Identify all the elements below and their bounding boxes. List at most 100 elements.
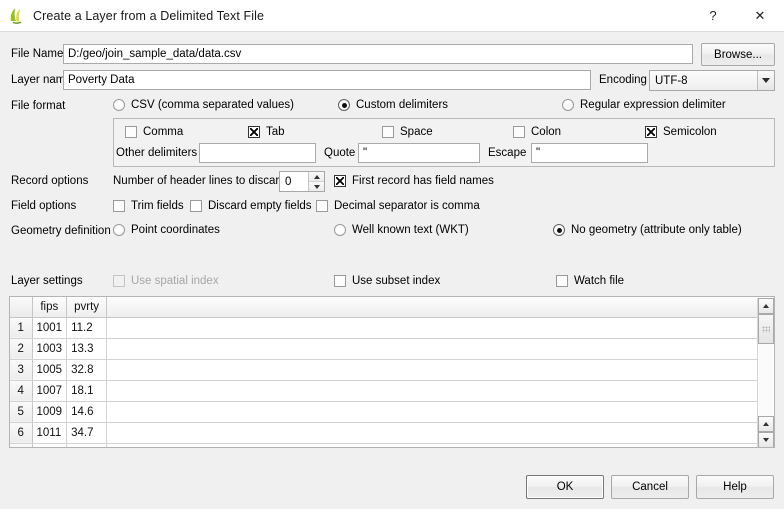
radio-indicator	[553, 224, 565, 236]
scroll-down-icon[interactable]	[758, 432, 774, 447]
cell-pvrty[interactable]: 32.8	[66, 359, 108, 381]
other-delimiters-input[interactable]	[199, 143, 316, 163]
checkbox-discard-empty-fields[interactable]: Discard empty fields	[190, 200, 312, 212]
stepper-buttons[interactable]	[308, 172, 324, 191]
checkbox-first-record-field-names[interactable]: First record has field names	[334, 175, 494, 187]
radio-indicator	[113, 224, 125, 236]
checkbox-colon[interactable]: Colon	[513, 126, 561, 138]
cell-pvrty[interactable]: 13.3	[66, 338, 108, 360]
table-row[interactable]: 2 1003 13.3	[10, 338, 763, 360]
cell-fips[interactable]	[32, 443, 68, 447]
radio-wkt[interactable]: Well known text (WKT)	[334, 224, 469, 236]
checkbox-indicator	[556, 275, 568, 287]
radio-no-geometry[interactable]: No geometry (attribute only table)	[553, 224, 742, 236]
quote-label: Quote	[324, 147, 356, 159]
row-number[interactable]: 3	[10, 359, 33, 381]
scrollbar-track[interactable]	[758, 344, 773, 416]
radio-custom-delimiters-label: Custom delimiters	[356, 99, 449, 111]
checkbox-decimal-separator-comma[interactable]: Decimal separator is comma	[316, 200, 480, 212]
radio-indicator	[562, 99, 574, 111]
close-icon[interactable]: ✕	[736, 0, 784, 32]
row-number[interactable]: 6	[10, 422, 33, 444]
radio-point-coordinates[interactable]: Point coordinates	[113, 224, 220, 236]
checkbox-discard-empty-fields-label: Discard empty fields	[208, 200, 312, 212]
table-row-partial[interactable]	[10, 443, 763, 447]
checkbox-use-subset-index-label: Use subset index	[352, 275, 441, 287]
row-number[interactable]: 4	[10, 380, 33, 402]
table-row[interactable]: 6 1011 34.7	[10, 422, 763, 444]
header-lines-stepper[interactable]: 0	[279, 171, 325, 192]
checkbox-indicator	[190, 200, 202, 212]
cell-pvrty[interactable]: 11.2	[66, 317, 108, 339]
checkbox-watch-file[interactable]: Watch file	[556, 275, 624, 287]
cell-fips[interactable]: 1011	[32, 422, 68, 444]
row-number[interactable]: 2	[10, 338, 33, 360]
checkbox-indicator	[248, 126, 260, 138]
quote-input[interactable]	[358, 143, 480, 163]
radio-custom-delimiters[interactable]: Custom delimiters	[338, 99, 448, 111]
cell-fips[interactable]: 1001	[32, 317, 68, 339]
cell-fips[interactable]: 1005	[32, 359, 68, 381]
encoding-value: UTF-8	[655, 74, 688, 87]
stepper-down-icon[interactable]	[309, 181, 324, 191]
window-title: Create a Layer from a Delimited Text Fil…	[33, 8, 265, 23]
cell-fips[interactable]: 1007	[32, 380, 68, 402]
table-vertical-scrollbar[interactable]	[757, 298, 774, 447]
checkbox-tab-label: Tab	[266, 126, 285, 138]
checkbox-comma[interactable]: Comma	[125, 126, 183, 138]
checkbox-semicolon-label: Semicolon	[663, 126, 717, 138]
table-column-header-fips[interactable]: fips	[32, 297, 68, 318]
escape-input[interactable]	[531, 143, 648, 163]
radio-indicator	[338, 99, 350, 111]
scrollbar-thumb[interactable]	[758, 314, 774, 344]
stepper-up-icon[interactable]	[309, 172, 324, 181]
other-delimiters-label: Other delimiters	[116, 147, 198, 159]
table-row[interactable]: 5 1009 14.6	[10, 401, 763, 423]
checkbox-space[interactable]: Space	[382, 126, 433, 138]
table-row[interactable]: 4 1007 18.1	[10, 380, 763, 402]
cancel-button[interactable]: Cancel	[611, 475, 689, 499]
layer-name-input[interactable]	[63, 70, 591, 90]
checkbox-comma-label: Comma	[143, 126, 184, 138]
window-controls: ? ✕	[690, 0, 784, 32]
checkbox-use-spatial-index-label: Use spatial index	[131, 275, 219, 287]
header-lines-label: Number of header lines to discard	[113, 175, 286, 187]
help-button[interactable]: Help	[696, 475, 774, 499]
scroll-up-icon[interactable]	[758, 298, 774, 314]
table-corner-header[interactable]	[10, 297, 33, 318]
checkbox-tab[interactable]: Tab	[248, 126, 285, 138]
radio-regex-delimiter[interactable]: Regular expression delimiter	[562, 99, 726, 111]
ok-button[interactable]: OK	[526, 475, 604, 499]
browse-button[interactable]: Browse...	[701, 43, 775, 66]
cell-pvrty[interactable]: 34.7	[66, 422, 108, 444]
cell-fips[interactable]: 1003	[32, 338, 68, 360]
geometry-definition-label: Geometry definition	[11, 225, 111, 237]
checkbox-trim-fields[interactable]: Trim fields	[113, 200, 184, 212]
row-number[interactable]: 1	[10, 317, 33, 339]
cell-fips[interactable]: 1009	[32, 401, 68, 423]
radio-no-geometry-label: No geometry (attribute only table)	[571, 224, 742, 236]
field-options-label: Field options	[11, 200, 77, 212]
checkbox-watch-file-label: Watch file	[574, 275, 625, 287]
cell-pvrty[interactable]: 14.6	[66, 401, 108, 423]
title-bar: Create a Layer from a Delimited Text Fil…	[0, 0, 784, 32]
checkbox-use-subset-index[interactable]: Use subset index	[334, 275, 440, 287]
preview-table[interactable]: fips pvrty 1 1001 11.2 2 1003 13.3 3 100…	[9, 296, 775, 448]
file-name-input[interactable]	[63, 44, 693, 64]
checkbox-semicolon[interactable]: Semicolon	[645, 126, 717, 138]
table-row[interactable]: 3 1005 32.8	[10, 359, 763, 381]
table-row[interactable]: 1 1001 11.2	[10, 317, 763, 339]
cell-filler	[106, 359, 763, 381]
cell-pvrty[interactable]: 18.1	[66, 380, 108, 402]
checkbox-use-spatial-index[interactable]: Use spatial index	[113, 275, 219, 287]
help-titlebar-button[interactable]: ?	[690, 0, 736, 32]
record-options-label: Record options	[11, 175, 89, 187]
cell-pvrty[interactable]	[66, 443, 108, 447]
encoding-select[interactable]: UTF-8	[649, 70, 775, 91]
radio-csv[interactable]: CSV (comma separated values)	[113, 99, 294, 111]
delimited-text-layer-dialog: Create a Layer from a Delimited Text Fil…	[0, 0, 784, 509]
row-number[interactable]: 5	[10, 401, 33, 423]
scroll-page-up-icon[interactable]	[758, 416, 774, 432]
row-number[interactable]	[10, 443, 33, 447]
table-column-header-pvrty[interactable]: pvrty	[66, 297, 108, 318]
